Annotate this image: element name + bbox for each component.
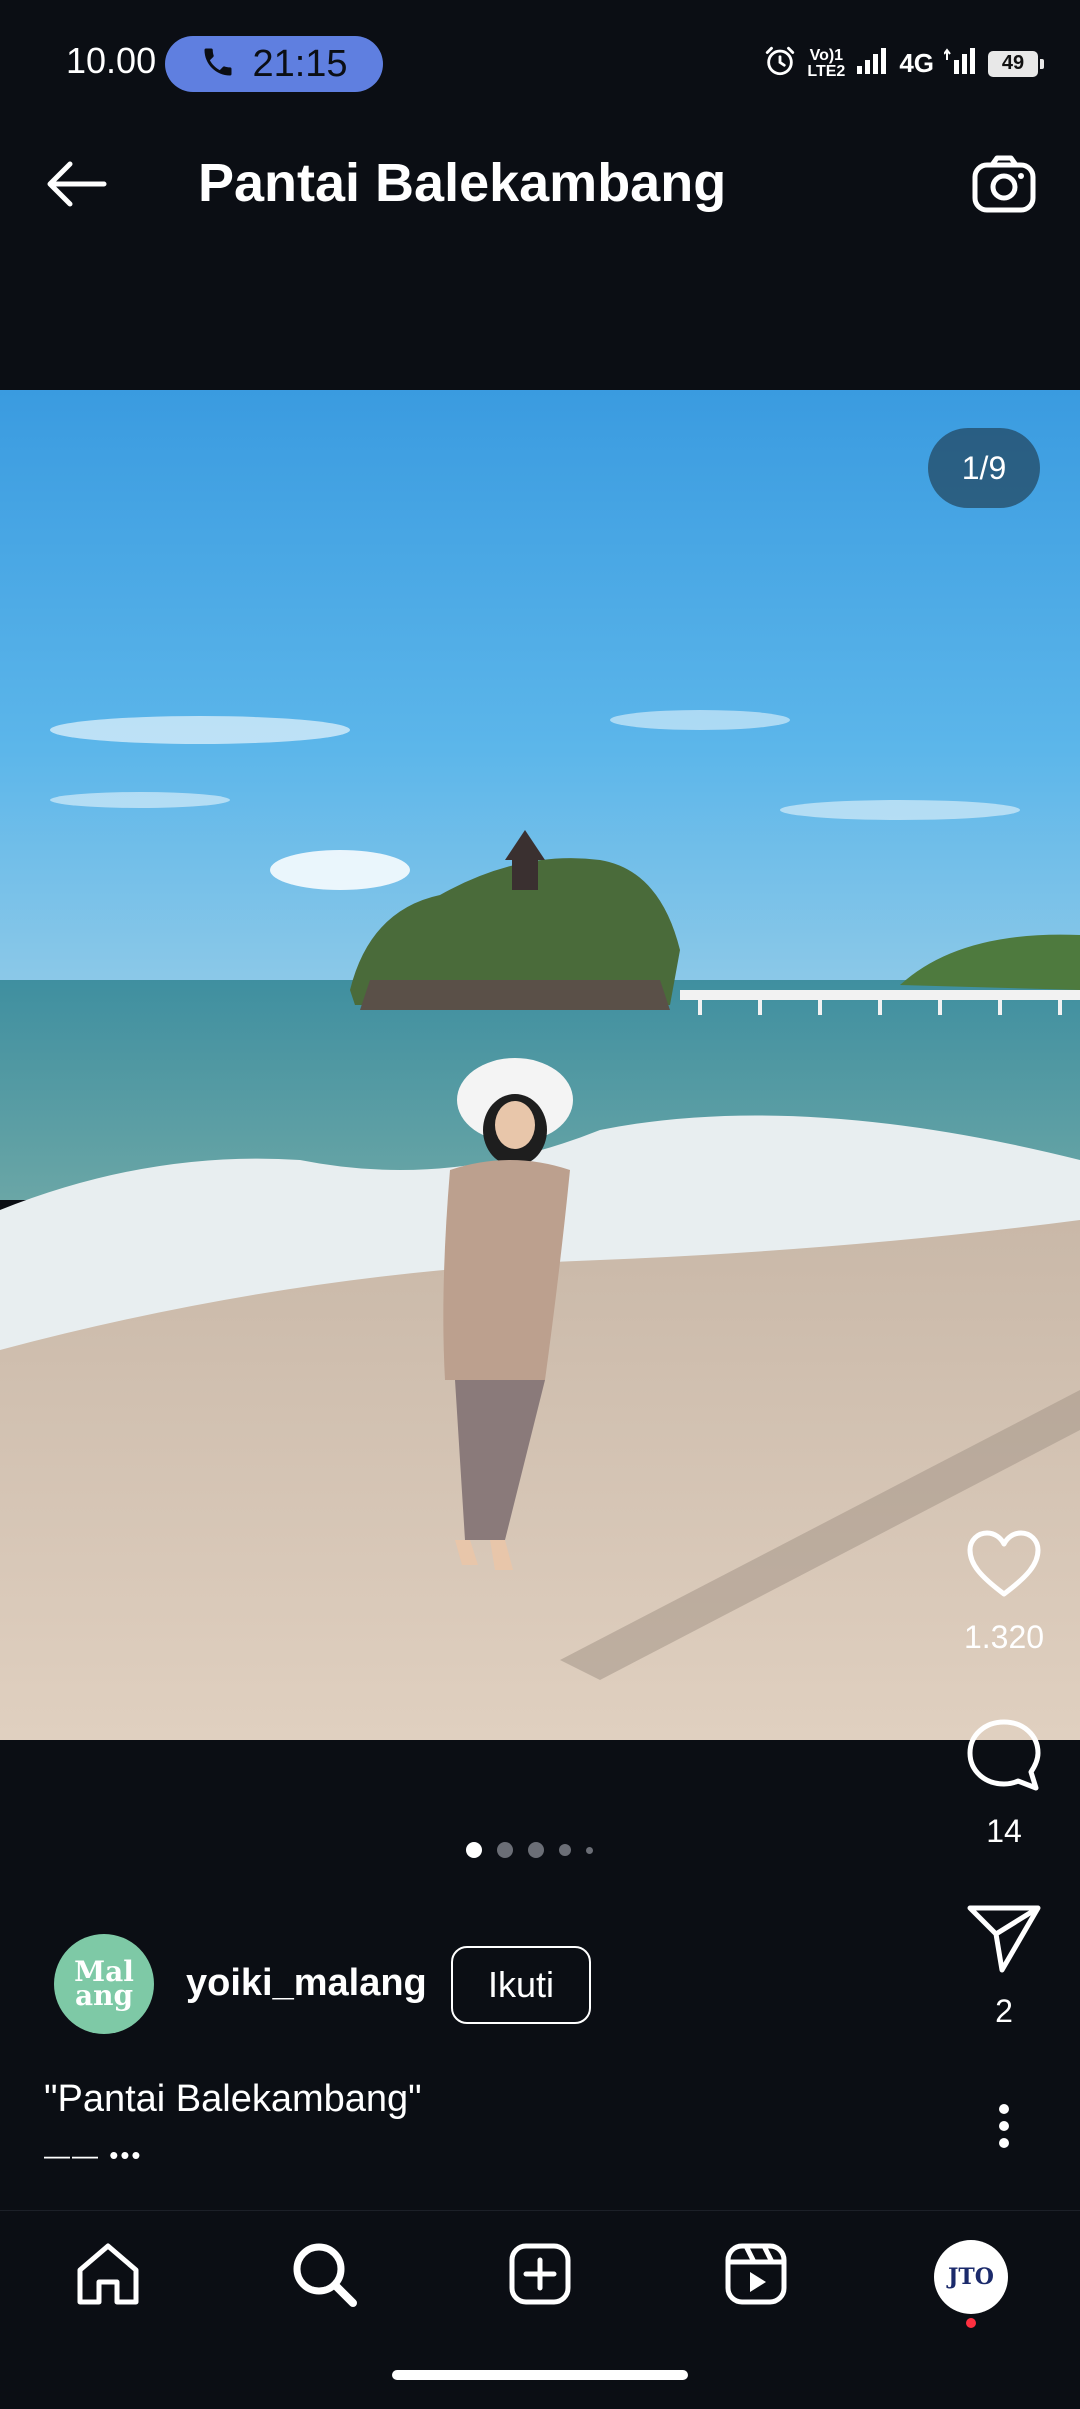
carousel-dot-active [466, 1842, 482, 1858]
more-options-button[interactable] [970, 2098, 1038, 2158]
nav-home[interactable] [68, 2236, 148, 2316]
nav-create[interactable] [500, 2236, 580, 2316]
like-action: 1.320 [954, 1530, 1054, 1656]
search-icon [291, 2241, 357, 2312]
alarm-icon [763, 44, 797, 83]
caption-more[interactable]: —— ••• [44, 2140, 143, 2171]
status-icons: Vo)1 LTE2 4G 49 [763, 44, 1044, 83]
author-avatar-logo: Mal ang [74, 1955, 134, 2012]
paper-plane-icon[interactable] [966, 1904, 1042, 1979]
home-indicator[interactable] [392, 2370, 688, 2380]
reels-icon [724, 2242, 788, 2311]
share-action: 2 [954, 1904, 1054, 2030]
share-count: 2 [995, 1993, 1013, 2029]
status-time: 10.00 [66, 40, 157, 81]
carousel-dot [497, 1842, 513, 1858]
signal-icon [855, 46, 889, 81]
author-avatar[interactable]: Mal ang [54, 1934, 154, 2034]
follow-button[interactable]: Ikuti [451, 1946, 591, 2024]
author-username[interactable]: yoiki_malang [186, 1962, 427, 2005]
post-photo[interactable] [0, 390, 1080, 1740]
nav-search[interactable] [284, 2236, 364, 2316]
comment-action: 14 [954, 1718, 1054, 1850]
like-count: 1.320 [963, 1619, 1045, 1655]
signal-icon-2 [943, 46, 978, 81]
comment-count: 14 [986, 1813, 1022, 1849]
battery-indicator: 49 [988, 50, 1044, 77]
comment-icon[interactable] [966, 1718, 1042, 1799]
carousel-dots [466, 1842, 593, 1858]
volte-line2: LTE2 [807, 62, 846, 80]
camera-button[interactable] [966, 148, 1042, 224]
arrow-left-icon [44, 160, 108, 213]
volte-indicator: Vo)1 LTE2 [807, 46, 846, 80]
ongoing-call-pill[interactable]: 21:15 [165, 36, 383, 92]
nav-reels[interactable] [716, 2236, 796, 2316]
carousel-dot [559, 1844, 571, 1856]
plus-square-icon [508, 2242, 572, 2311]
back-button[interactable] [40, 150, 112, 222]
carousel-dot [586, 1846, 593, 1854]
network-type: 4G [899, 48, 934, 78]
heart-icon[interactable] [966, 1530, 1042, 1605]
carousel-dot [528, 1842, 544, 1858]
call-timer: 21:15 [252, 42, 348, 85]
post-caption[interactable]: "Pantai Balekambang" [44, 2078, 422, 2121]
page-title: Pantai Balekambang [198, 153, 727, 213]
more-vertical-icon [998, 2103, 1010, 2154]
volte-line1: Vo)1 [809, 46, 844, 64]
notification-dot [966, 2318, 976, 2328]
profile-avatar-logo: JTO [948, 2264, 994, 2290]
photo-counter: 1/9 [928, 428, 1040, 508]
nav-profile-avatar[interactable]: JTO [934, 2240, 1008, 2314]
phone-icon [200, 44, 236, 85]
home-icon [75, 2242, 141, 2311]
camera-icon [972, 155, 1036, 218]
